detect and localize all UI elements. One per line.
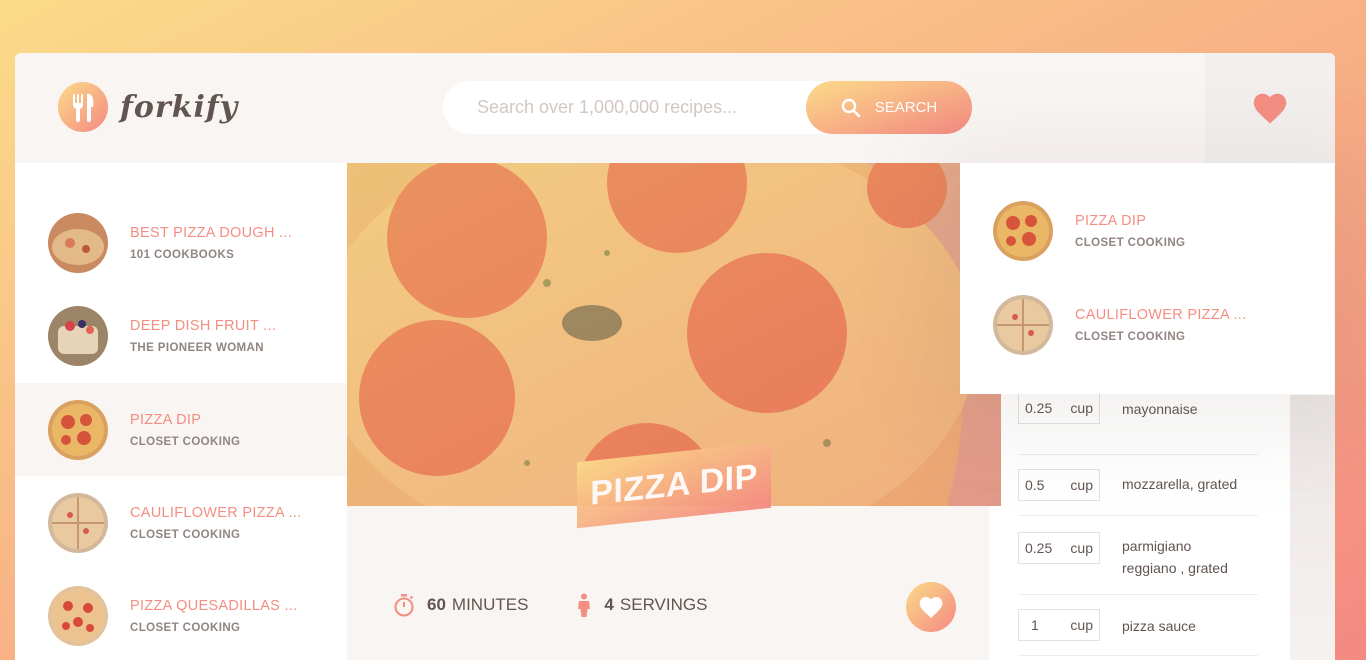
result-text: CAULIFLOWER PIZZA ... CLOSET COOKING: [1075, 307, 1246, 343]
likes-panel: PIZZA DIP CLOSET COOKING CAULIFLOWER PIZ…: [960, 163, 1334, 394]
result-text: CAULIFLOWER PIZZA ... CLOSET COOKING: [130, 505, 301, 541]
recipe-view: PIZZA DIP 60 MINUTES 4 SERVINGS: [347, 163, 1001, 660]
result-title: PIZZA QUESADILLAS ...: [130, 597, 298, 614]
ingredient-name: mayonnaise: [1122, 401, 1198, 417]
result-publisher: THE PIONEER WOMAN: [130, 341, 264, 354]
heart-icon: [1253, 93, 1287, 124]
servings-value: 4: [604, 595, 614, 614]
search-icon: [841, 98, 861, 117]
ingredient-row: cup pizza sauce: [1018, 596, 1258, 656]
result-publisher: 101 COOKBOOKS: [130, 248, 235, 261]
list-item[interactable]: BEST PIZZA DOUGH ... 101 COOKBOOKS: [15, 196, 347, 289]
fork-knife-icon: [58, 82, 108, 132]
recipe-thumbnail: [993, 294, 1053, 355]
result-text: DEEP DISH FRUIT ... THE PIONEER WOMAN: [130, 318, 276, 354]
result-publisher: CLOSET COOKING: [130, 435, 241, 448]
ingredient-row: cup mayonnaise: [1018, 392, 1258, 455]
recipe-servings: 4 SERVINGS: [576, 593, 707, 617]
liked-recipe-item[interactable]: CAULIFLOWER PIZZA ... CLOSET COOKING: [960, 278, 1334, 371]
recipe-thumbnail: [48, 305, 108, 366]
ingredient-count-input[interactable]: [1025, 477, 1055, 493]
liked-publisher: CLOSET COOKING: [1075, 236, 1186, 249]
ingredient-unit: cup: [1070, 540, 1093, 556]
result-publisher: CLOSET COOKING: [130, 528, 241, 541]
search-button[interactable]: SEARCH: [806, 81, 972, 134]
result-title: PIZZA DIP: [130, 411, 202, 428]
recipe-thumbnail: [993, 200, 1053, 261]
liked-recipe-item[interactable]: PIZZA DIP CLOSET COOKING: [960, 184, 1334, 277]
ingredient-count-input[interactable]: [1025, 617, 1055, 633]
panel-shadow: [1290, 395, 1335, 660]
result-title: BEST PIZZA DOUGH ...: [130, 224, 293, 241]
result-publisher: CLOSET COOKING: [130, 621, 241, 634]
liked-publisher: CLOSET COOKING: [1075, 330, 1186, 343]
header: forkify SEARCH: [15, 53, 1335, 163]
ingredient-name: parmigiano reggiano , grated: [1122, 538, 1228, 576]
ingredient-count-input[interactable]: [1025, 400, 1055, 416]
ingredient-count[interactable]: cup: [1018, 532, 1100, 564]
ingredient-count[interactable]: cup: [1018, 392, 1100, 424]
person-icon: [578, 593, 591, 617]
result-text: PIZZA QUESADILLAS ... CLOSET COOKING: [130, 598, 297, 634]
brand-name: forkify: [120, 89, 239, 125]
logo[interactable]: forkify: [58, 82, 238, 132]
ingredient-unit: cup: [1070, 400, 1093, 416]
ingredient-unit: cup: [1070, 617, 1093, 633]
search-input[interactable]: [443, 81, 803, 134]
result-title: CAULIFLOWER PIZZA ...: [130, 504, 302, 521]
liked-title: PIZZA DIP: [1075, 212, 1147, 229]
search-button-label: SEARCH: [874, 99, 938, 116]
heart-icon: [919, 597, 943, 618]
ingredient-unit: cup: [1070, 477, 1093, 493]
recipe-thumbnail: [48, 492, 108, 553]
result-text: BEST PIZZA DOUGH ... 101 COOKBOOKS: [130, 225, 292, 261]
recipe-title: PIZZA DIP: [590, 456, 758, 513]
result-text: PIZZA DIP CLOSET COOKING: [130, 412, 240, 448]
list-item[interactable]: PIZZA DIP CLOSET COOKING: [15, 383, 347, 476]
ingredient-row: cup mozzarella, grated: [1018, 455, 1258, 516]
ingredient-row: cup parmigiano reggiano , grated: [1018, 517, 1258, 595]
recipe-time: 60 MINUTES: [393, 593, 528, 617]
results-list: BEST PIZZA DOUGH ... 101 COOKBOOKS DEEP …: [15, 163, 347, 660]
list-item[interactable]: CAULIFLOWER PIZZA ... CLOSET COOKING: [15, 476, 347, 569]
like-recipe-button[interactable]: [906, 582, 956, 632]
result-text: PIZZA DIP CLOSET COOKING: [1075, 213, 1185, 249]
time-value: 60: [427, 595, 446, 614]
search-form: SEARCH: [443, 81, 972, 134]
liked-title: CAULIFLOWER PIZZA ...: [1075, 306, 1247, 323]
ingredient-count-input[interactable]: [1025, 540, 1055, 556]
ingredient-name: mozzarella, grated: [1122, 476, 1238, 492]
ingredient-name: pizza sauce: [1122, 618, 1196, 634]
time-unit: MINUTES: [451, 595, 529, 614]
recipe-thumbnail: [48, 399, 108, 460]
likes-button[interactable]: [1205, 53, 1335, 163]
recipe-thumbnail: [48, 585, 108, 646]
recipe-details: 60 MINUTES 4 SERVINGS: [393, 593, 755, 617]
list-item[interactable]: DEEP DISH FRUIT ... THE PIONEER WOMAN: [15, 289, 347, 382]
recipe-thumbnail: [48, 212, 108, 273]
stopwatch-icon: [394, 594, 414, 617]
list-item[interactable]: PIZZA QUESADILLAS ... CLOSET COOKING: [15, 569, 347, 660]
ingredient-count[interactable]: cup: [1018, 469, 1100, 501]
servings-unit: SERVINGS: [619, 595, 708, 614]
result-title: DEEP DISH FRUIT ...: [130, 317, 277, 334]
ingredient-count[interactable]: cup: [1018, 609, 1100, 641]
